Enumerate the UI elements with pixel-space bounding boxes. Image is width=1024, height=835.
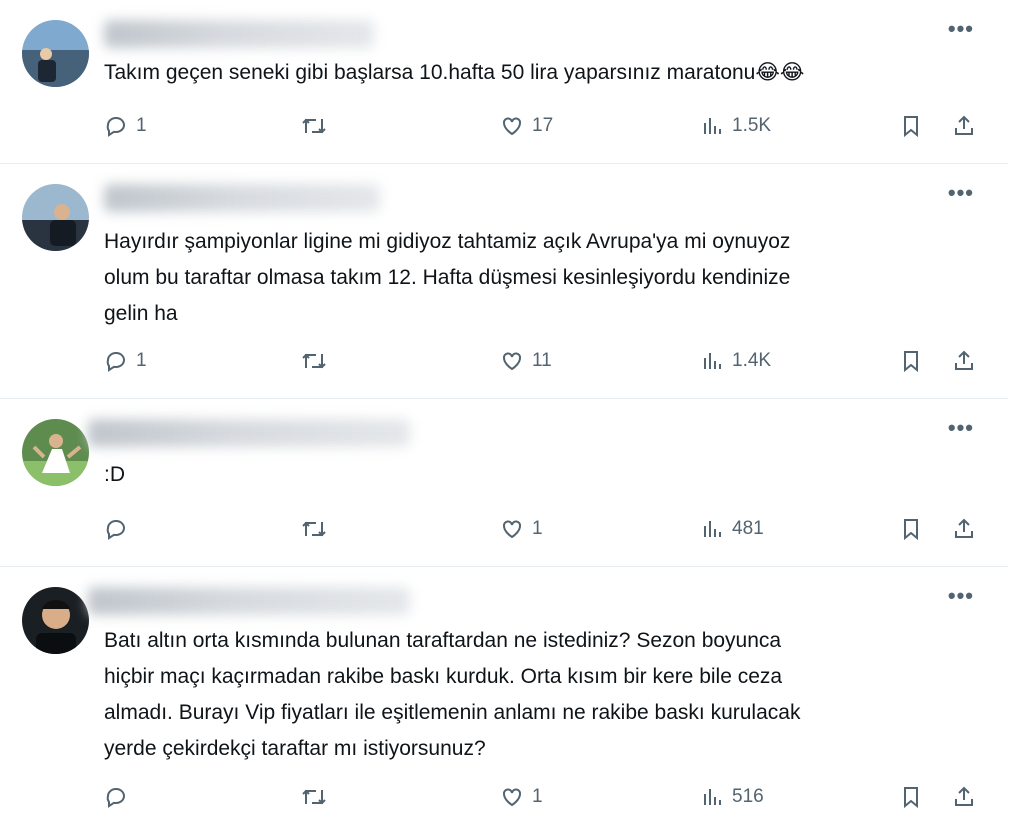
tweet-feed: ••• Takım geçen seneki gibi başlarsa 10.… xyxy=(0,0,1024,835)
retweet-button[interactable] xyxy=(300,782,328,812)
bookmark-button[interactable] xyxy=(900,514,922,544)
share-icon xyxy=(955,115,973,135)
blurred-username xyxy=(88,419,410,447)
reply-count: 1 xyxy=(136,115,147,136)
share-button[interactable] xyxy=(952,782,976,812)
reply-button[interactable]: 1 xyxy=(104,346,147,376)
like-button[interactable]: 17 xyxy=(500,111,553,141)
retweet-icon xyxy=(302,353,326,369)
retweet-icon xyxy=(302,118,326,134)
reply-count: 1 xyxy=(136,350,147,371)
like-count: 11 xyxy=(532,350,552,371)
blurred-username xyxy=(104,20,374,48)
view-count: 1.5K xyxy=(732,115,772,136)
like-button[interactable]: 11 xyxy=(500,346,552,376)
retweet-button[interactable] xyxy=(300,514,328,544)
views-icon xyxy=(704,118,721,134)
views-icon xyxy=(704,353,721,369)
view-count: 1.4K xyxy=(732,350,772,371)
share-icon xyxy=(955,518,973,538)
like-count: 1 xyxy=(532,786,543,807)
like-count: 1 xyxy=(532,518,543,539)
blurred-username xyxy=(88,587,410,615)
tweet-text: Batı altın orta kısmında bulunan tarafta… xyxy=(104,629,801,760)
views-button[interactable]: 516 xyxy=(702,782,764,812)
heart-icon xyxy=(503,520,521,539)
view-count: 516 xyxy=(732,786,764,807)
avatar[interactable] xyxy=(22,419,89,486)
tweet-actions: 1 481 xyxy=(104,514,980,544)
more-icon[interactable]: ••• xyxy=(948,182,974,204)
tweet[interactable]: ••• :D 1 481 xyxy=(0,399,1008,567)
reply-button[interactable]: 1 xyxy=(104,111,147,141)
tweet-actions: 1 516 xyxy=(104,782,980,812)
like-button[interactable]: 1 xyxy=(500,514,543,544)
tweet[interactable]: ••• Batı altın orta kısmında bulunan tar… xyxy=(0,567,1008,835)
blurred-username xyxy=(104,184,380,212)
views-icon xyxy=(704,521,721,537)
views-button[interactable]: 1.5K xyxy=(702,111,771,141)
more-icon[interactable]: ••• xyxy=(948,585,974,607)
tweet-text: :D xyxy=(104,463,125,486)
bookmark-button[interactable] xyxy=(900,782,922,812)
retweet-button[interactable] xyxy=(300,346,328,376)
tweet-actions: 1 17 1.5K xyxy=(104,111,980,141)
avatar[interactable] xyxy=(22,20,89,87)
bookmark-button[interactable] xyxy=(900,346,922,376)
retweet-button[interactable] xyxy=(300,111,328,141)
reply-icon xyxy=(106,352,125,372)
reply-icon xyxy=(106,117,125,137)
share-icon xyxy=(955,350,973,370)
more-icon[interactable]: ••• xyxy=(948,18,974,40)
heart-icon xyxy=(503,117,521,136)
bookmark-icon xyxy=(904,116,918,138)
views-button[interactable]: 1.4K xyxy=(702,346,771,376)
reply-button[interactable] xyxy=(104,514,136,544)
views-button[interactable]: 481 xyxy=(702,514,764,544)
tweet[interactable]: ••• Hayırdır şampiyonlar ligine mi gidiy… xyxy=(0,164,1008,399)
bookmark-icon xyxy=(904,787,918,809)
bookmark-icon xyxy=(904,351,918,373)
retweet-icon xyxy=(302,521,326,537)
heart-icon xyxy=(503,788,521,807)
share-button[interactable] xyxy=(952,111,976,141)
heart-icon xyxy=(503,352,521,371)
view-count: 481 xyxy=(732,518,764,539)
tweet-text: Hayırdır şampiyonlar ligine mi gidiyoz t… xyxy=(104,230,791,325)
more-icon[interactable]: ••• xyxy=(948,417,974,439)
tweet-text: Takım geçen seneki gibi başlarsa 10.haft… xyxy=(104,61,805,84)
retweet-icon xyxy=(302,789,326,805)
share-icon xyxy=(955,786,973,806)
bookmark-icon xyxy=(904,519,918,541)
views-icon xyxy=(704,789,721,805)
like-count: 17 xyxy=(532,115,554,136)
reply-icon xyxy=(106,520,125,540)
reply-icon xyxy=(106,788,125,808)
reply-button[interactable] xyxy=(104,782,136,812)
tweet-actions: 1 11 1.4K xyxy=(104,346,980,376)
avatar[interactable] xyxy=(22,587,89,654)
share-button[interactable] xyxy=(952,514,976,544)
share-button[interactable] xyxy=(952,346,976,376)
bookmark-button[interactable] xyxy=(900,111,922,141)
tweet[interactable]: ••• Takım geçen seneki gibi başlarsa 10.… xyxy=(0,0,1008,164)
avatar[interactable] xyxy=(22,184,89,251)
like-button[interactable]: 1 xyxy=(500,782,543,812)
